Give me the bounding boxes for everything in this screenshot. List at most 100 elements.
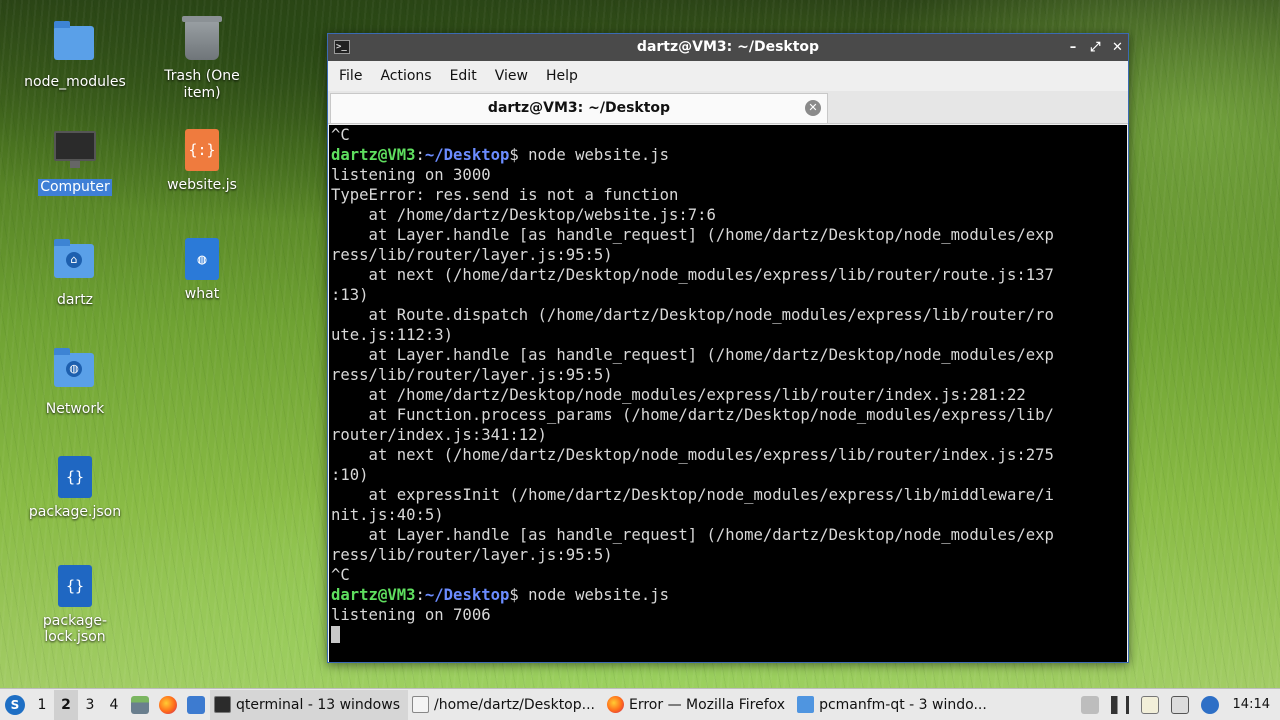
- quicklaunch-files[interactable]: [126, 690, 154, 720]
- start-menu-button[interactable]: S: [0, 690, 30, 720]
- taskbar: S 1 2 3 4 qterminal - 13 windows /home/d…: [0, 688, 1280, 720]
- terminal-line: at next (/home/dartz/Desktop/node_module…: [331, 266, 1054, 284]
- terminal-line: at Layer.handle [as handle_request] (/ho…: [331, 526, 1054, 544]
- workspace-3[interactable]: 3: [78, 690, 102, 720]
- desktop-icon-label: node_modules: [24, 74, 126, 90]
- desktop-icon-node-modules[interactable]: node_modules: [15, 20, 135, 91]
- tab-terminal[interactable]: dartz@VM3: ~/Desktop ✕: [330, 93, 828, 123]
- menu-view[interactable]: View: [486, 61, 537, 91]
- terminal-line: listening on 7006: [331, 606, 491, 624]
- trash-icon: [181, 16, 223, 62]
- prompt-user: dartz@VM3: [331, 146, 416, 164]
- desktop-icon-trash[interactable]: Trash (One item): [142, 16, 262, 102]
- terminal-line: listening on 3000: [331, 166, 491, 184]
- desktop-icon-dartz[interactable]: ⌂ dartz: [15, 238, 135, 309]
- terminal-line: at next (/home/dartz/Desktop/node_module…: [331, 446, 1054, 464]
- terminal-line: :13): [331, 286, 369, 304]
- tab-title: dartz@VM3: ~/Desktop: [487, 100, 671, 116]
- terminal-line: at Route.dispatch (/home/dartz/Desktop/n…: [331, 306, 1054, 324]
- prompt-command: node website.js: [528, 146, 669, 164]
- desktop-icon-label: dartz: [56, 292, 94, 308]
- clipboard-icon[interactable]: [1140, 695, 1159, 714]
- tray-expand-icon[interactable]: [1080, 695, 1099, 714]
- desktop-icon-package-lock-json[interactable]: {} package-lock.json: [15, 565, 135, 645]
- terminal-output[interactable]: ^C dartz@VM3:~/Desktop$ node website.js …: [329, 125, 1127, 662]
- maximize-button[interactable]: ⤢: [1090, 34, 1100, 61]
- menu-actions[interactable]: Actions: [371, 61, 440, 91]
- terminal-line: at Layer.handle [as handle_request] (/ho…: [331, 226, 1054, 244]
- folder-icon: [797, 696, 815, 713]
- desktop-icon-package-json[interactable]: {} package.json: [15, 456, 135, 521]
- firefox-icon: [607, 696, 624, 713]
- task-qterminal[interactable]: qterminal - 13 windows: [210, 689, 408, 720]
- desktop-icon-label: Computer: [38, 179, 112, 196]
- terminal-line: :10): [331, 466, 369, 484]
- terminal-line: ^C: [331, 126, 350, 144]
- clock[interactable]: 14:14: [1225, 697, 1280, 712]
- workspace-4[interactable]: 4: [102, 690, 126, 720]
- json-file-icon: {}: [54, 456, 96, 498]
- task-firefox[interactable]: Error — Mozilla Firefox: [603, 690, 793, 720]
- close-button[interactable]: ✕: [1112, 34, 1123, 61]
- minimize-button[interactable]: –: [1068, 34, 1078, 61]
- desktop-icon-label: package-lock.json: [42, 613, 108, 645]
- computer-icon: [54, 131, 96, 173]
- tab-bar: dartz@VM3: ~/Desktop ✕: [328, 91, 1128, 124]
- menubar: File Actions Edit View Help: [328, 61, 1128, 91]
- terminal-line: ress/lib/router/layer.js:95:5): [331, 246, 613, 264]
- terminal-line: at Function.process_params (/home/dartz/…: [331, 406, 1054, 424]
- text-cursor: [331, 626, 340, 643]
- javascript-file-icon: {:}: [181, 129, 223, 171]
- prompt-path: ~/Desktop: [424, 586, 510, 604]
- terminal-prompt-line: dartz@VM3:~/Desktop$ node website.js: [331, 146, 669, 164]
- task-editor[interactable]: /home/dartz/Desktop...: [408, 690, 603, 720]
- network-monitor-icon[interactable]: [1170, 695, 1189, 714]
- terminal-line: ute.js:112:3): [331, 326, 454, 344]
- home-folder-icon: ⌂: [54, 239, 96, 286]
- menu-file[interactable]: File: [330, 61, 371, 91]
- json-file-icon: {}: [54, 565, 96, 607]
- workspace-2[interactable]: 2: [54, 689, 78, 720]
- terminal-cursor-line: [331, 625, 1127, 645]
- desktop-icon-website-js[interactable]: {:} website.js: [142, 129, 262, 194]
- terminal-line: router/index.js:341:12): [331, 426, 547, 444]
- terminal-line: ress/lib/router/layer.js:95:5): [331, 546, 613, 564]
- quicklaunch-firefox[interactable]: [154, 690, 182, 720]
- task-label: /home/dartz/Desktop...: [434, 696, 595, 713]
- terminal-line: at /home/dartz/Desktop/website.js:7:6: [331, 206, 716, 224]
- desktop-icon-what[interactable]: ◍ what: [142, 238, 262, 303]
- volume-icon[interactable]: [1110, 695, 1129, 714]
- desktop-icon-label: Trash (One item): [164, 68, 240, 101]
- folder-icon: [54, 21, 96, 68]
- terminal-icon: >_: [334, 40, 350, 54]
- prompt-path: ~/Desktop: [424, 146, 510, 164]
- task-label: pcmanfm-qt - 3 windo...: [819, 696, 987, 713]
- firefox-icon: [159, 695, 177, 714]
- window-titlebar[interactable]: >_ dartz@VM3: ~/Desktop – ⤢ ✕: [328, 34, 1128, 61]
- system-tray: 14:14: [1075, 690, 1280, 720]
- terminal-line: at Layer.handle [as handle_request] (/ho…: [331, 346, 1054, 364]
- network-folder-icon: ◍: [54, 348, 96, 395]
- text-editor-icon: [412, 696, 429, 713]
- task-pcmanfm[interactable]: pcmanfm-qt - 3 windo...: [793, 690, 995, 720]
- file-manager-icon: [131, 695, 149, 714]
- prompt-command: node website.js: [528, 586, 669, 604]
- show-desktop-icon: [187, 695, 205, 714]
- terminal-line: TypeError: res.send is not a function: [331, 186, 679, 204]
- prompt-user: dartz@VM3: [331, 586, 416, 604]
- desktop-icon-label: what: [184, 286, 220, 302]
- tab-close-icon[interactable]: ✕: [805, 100, 821, 116]
- update-notifier-icon[interactable]: [1200, 695, 1219, 714]
- terminal-line: ress/lib/router/layer.js:95:5): [331, 366, 613, 384]
- terminal-line: nit.js:40:5): [331, 506, 444, 524]
- workspace-1[interactable]: 1: [30, 690, 54, 720]
- menu-edit[interactable]: Edit: [441, 61, 486, 91]
- terminal-icon: [214, 696, 231, 713]
- desktop-icon-computer[interactable]: Computer: [15, 129, 135, 196]
- desktop-icon-network[interactable]: ◍ Network: [15, 347, 135, 418]
- terminal-line: at /home/dartz/Desktop/node_modules/expr…: [331, 386, 1026, 404]
- quicklaunch-desktop[interactable]: [182, 690, 210, 720]
- menu-help[interactable]: Help: [537, 61, 587, 91]
- terminal-window: >_ dartz@VM3: ~/Desktop – ⤢ ✕ File Actio…: [327, 33, 1129, 663]
- terminal-prompt-line: dartz@VM3:~/Desktop$ node website.js: [331, 586, 669, 604]
